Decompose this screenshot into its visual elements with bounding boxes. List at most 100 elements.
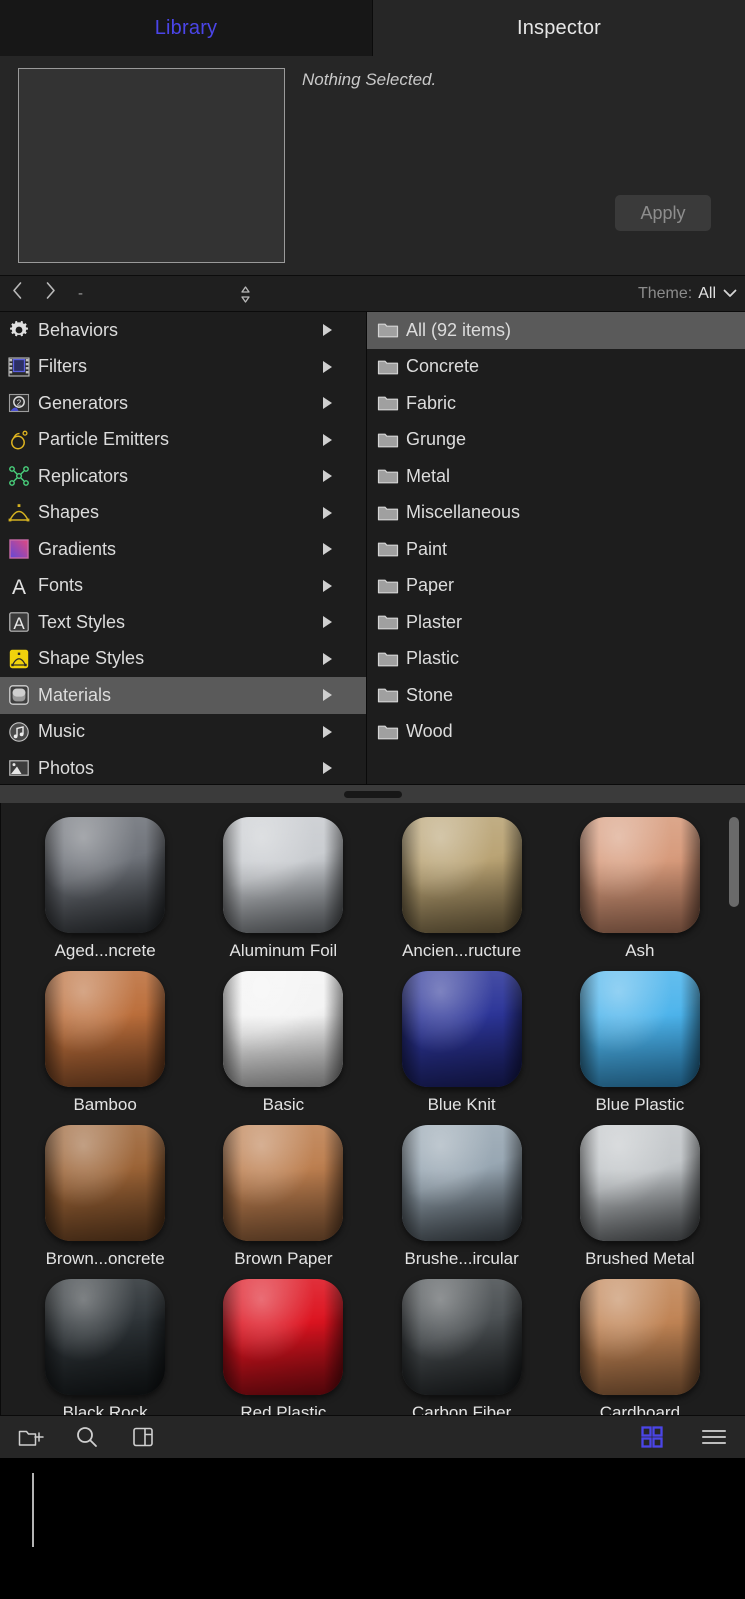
material-item[interactable]: Cardboard bbox=[551, 1279, 729, 1415]
library-sidebar[interactable]: Behaviors Filters 2 Generators Particle Emit… bbox=[0, 312, 366, 784]
sidebar-item-shape-styles[interactable]: Shape Styles bbox=[0, 641, 366, 678]
sidebar-item-filters[interactable]: Filters bbox=[0, 349, 366, 386]
panel-splitter[interactable] bbox=[0, 784, 745, 803]
preview-thumbnail[interactable] bbox=[18, 68, 285, 263]
grid-left-border bbox=[0, 803, 1, 1415]
disclosure-triangle-icon[interactable] bbox=[323, 470, 332, 483]
category-item-label: Stone bbox=[406, 684, 454, 705]
toggle-sidebar-button[interactable] bbox=[130, 1424, 156, 1450]
material-item[interactable]: Brushed Metal bbox=[551, 1125, 729, 1269]
material-thumbnail[interactable] bbox=[223, 817, 344, 933]
material-thumbnail[interactable] bbox=[579, 817, 700, 933]
disclosure-triangle-icon[interactable] bbox=[323, 360, 332, 373]
sidebar-item-label: Shapes bbox=[38, 502, 100, 523]
sidebar-item-replicators[interactable]: Replicators bbox=[0, 458, 366, 495]
category-item-label: Paint bbox=[406, 538, 448, 559]
category-item-paint[interactable]: Paint bbox=[367, 531, 745, 568]
disclosure-triangle-icon[interactable] bbox=[323, 725, 332, 738]
disclosure-triangle-icon[interactable] bbox=[323, 433, 332, 446]
sidebar-item-music[interactable]: Music bbox=[0, 714, 366, 751]
category-item-plaster[interactable]: Plaster bbox=[367, 604, 745, 641]
disclosure-triangle-icon[interactable] bbox=[323, 616, 332, 629]
category-item-wood[interactable]: Wood bbox=[367, 714, 745, 751]
sidebar-item-shapes[interactable]: Shapes bbox=[0, 495, 366, 532]
sidebar-item-particle-emitters[interactable]: Particle Emitters bbox=[0, 422, 366, 459]
category-item-miscellaneous[interactable]: Miscellaneous bbox=[367, 495, 745, 532]
folder-icon bbox=[377, 465, 399, 487]
tab-inspector[interactable]: Inspector bbox=[373, 0, 745, 56]
sidebar-item-materials[interactable]: Materials bbox=[0, 677, 366, 714]
material-thumbnail[interactable] bbox=[579, 1125, 700, 1241]
disclosure-triangle-icon[interactable] bbox=[323, 506, 332, 519]
search-button[interactable] bbox=[74, 1424, 100, 1450]
material-item[interactable]: Blue Plastic bbox=[551, 971, 729, 1115]
grid-view-button[interactable] bbox=[639, 1424, 665, 1450]
thumbnail-gloss bbox=[579, 817, 700, 933]
category-item-all-92-items[interactable]: All (92 items) bbox=[367, 312, 745, 349]
material-thumbnail[interactable] bbox=[401, 1125, 522, 1241]
material-thumbnail[interactable] bbox=[45, 971, 166, 1087]
sidebar-item-generators[interactable]: 2 Generators bbox=[0, 385, 366, 422]
gear-icon bbox=[8, 319, 30, 341]
material-item[interactable]: Brown...oncrete bbox=[16, 1125, 194, 1269]
disclosure-triangle-icon[interactable] bbox=[323, 397, 332, 410]
material-thumbnail[interactable] bbox=[579, 1279, 700, 1395]
category-item-stone[interactable]: Stone bbox=[367, 677, 745, 714]
category-item-plastic[interactable]: Plastic bbox=[367, 641, 745, 678]
material-item[interactable]: Ash bbox=[551, 817, 729, 961]
generator-icon: 2 bbox=[8, 392, 30, 414]
svg-text:A: A bbox=[12, 576, 26, 597]
material-item[interactable]: Brushe...ircular bbox=[373, 1125, 551, 1269]
list-view-button[interactable] bbox=[701, 1424, 727, 1450]
sidebar-item-text-styles[interactable]: A Text Styles bbox=[0, 604, 366, 641]
material-item[interactable]: Brown Paper bbox=[194, 1125, 372, 1269]
category-item-fabric[interactable]: Fabric bbox=[367, 385, 745, 422]
sidebar-item-fonts[interactable]: A Fonts bbox=[0, 568, 366, 605]
category-item-metal[interactable]: Metal bbox=[367, 458, 745, 495]
disclosure-triangle-icon[interactable] bbox=[323, 652, 332, 665]
chevron-left-icon[interactable] bbox=[0, 281, 34, 306]
disclosure-triangle-icon[interactable] bbox=[323, 324, 332, 337]
material-item[interactable]: Blue Knit bbox=[373, 971, 551, 1115]
material-caption: Black Rock bbox=[62, 1403, 148, 1415]
material-item[interactable]: Bamboo bbox=[16, 971, 194, 1115]
new-folder-button[interactable] bbox=[18, 1424, 44, 1450]
disclosure-triangle-icon[interactable] bbox=[323, 579, 332, 592]
material-item[interactable]: Aged...ncrete bbox=[16, 817, 194, 961]
category-item-paper[interactable]: Paper bbox=[367, 568, 745, 605]
sidebar-item-photos[interactable]: Photos bbox=[0, 750, 366, 784]
category-list[interactable]: All (92 items) Concrete Fabric Grunge Metal M… bbox=[367, 312, 745, 784]
category-item-label: Wood bbox=[406, 721, 453, 742]
category-item-grunge[interactable]: Grunge bbox=[367, 422, 745, 459]
material-thumbnail[interactable] bbox=[45, 1279, 166, 1395]
material-thumbnail[interactable] bbox=[223, 971, 344, 1087]
disclosure-triangle-icon[interactable] bbox=[323, 689, 332, 702]
material-item[interactable]: Aluminum Foil bbox=[194, 817, 372, 961]
material-item[interactable]: Carbon Fiber bbox=[373, 1279, 551, 1415]
sidebar-item-behaviors[interactable]: Behaviors bbox=[0, 312, 366, 349]
material-thumbnail[interactable] bbox=[45, 1125, 166, 1241]
material-thumbnail[interactable] bbox=[223, 1279, 344, 1395]
tab-library[interactable]: Library bbox=[0, 0, 372, 56]
material-item[interactable]: Ancien...ructure bbox=[373, 817, 551, 961]
apply-button[interactable]: Apply bbox=[615, 195, 711, 231]
vertical-scrollbar[interactable] bbox=[729, 817, 739, 907]
material-caption: Basic bbox=[262, 1095, 305, 1114]
material-thumbnail[interactable] bbox=[401, 817, 522, 933]
thumbnail-gloss bbox=[401, 1125, 522, 1241]
material-thumbnail[interactable] bbox=[401, 971, 522, 1087]
chevron-right-icon[interactable] bbox=[34, 281, 68, 306]
material-item[interactable]: Red Plastic bbox=[194, 1279, 372, 1415]
category-item-concrete[interactable]: Concrete bbox=[367, 349, 745, 386]
material-thumbnail[interactable] bbox=[401, 1279, 522, 1395]
disclosure-triangle-icon[interactable] bbox=[323, 762, 332, 775]
sidebar-item-gradients[interactable]: Gradients bbox=[0, 531, 366, 568]
disclosure-triangle-icon[interactable] bbox=[323, 543, 332, 556]
material-thumbnail[interactable] bbox=[579, 971, 700, 1087]
theme-selector[interactable]: Theme: All bbox=[638, 276, 737, 311]
material-thumbnail[interactable] bbox=[45, 817, 166, 933]
material-thumbnail[interactable] bbox=[223, 1125, 344, 1241]
stepper-up-down-icon[interactable] bbox=[236, 283, 254, 305]
material-item[interactable]: Basic bbox=[194, 971, 372, 1115]
material-item[interactable]: Black Rock bbox=[16, 1279, 194, 1415]
